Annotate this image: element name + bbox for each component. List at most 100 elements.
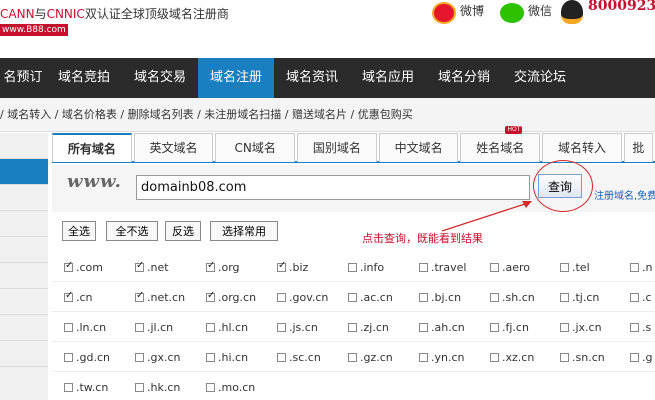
sidebar-item-active[interactable]: [0, 159, 48, 185]
domain-option[interactable]: .js.cn: [277, 318, 349, 336]
checkbox[interactable]: [490, 292, 499, 302]
sidebar-item[interactable]: [0, 185, 48, 211]
checkbox[interactable]: [419, 292, 428, 302]
checkbox[interactable]: [206, 290, 215, 302]
domain-option[interactable]: .fj.cn: [490, 318, 562, 336]
checkbox[interactable]: [560, 262, 569, 272]
domain-option[interactable]: .xz.cn: [490, 348, 562, 366]
domain-option[interactable]: .gx.cn: [135, 348, 207, 366]
domain-option[interactable]: .sh.cn: [490, 288, 562, 306]
checkbox[interactable]: [135, 352, 144, 362]
tab-0[interactable]: 所有域名: [52, 133, 132, 162]
checkbox[interactable]: [560, 352, 569, 362]
domain-option[interactable]: .jl.cn: [135, 318, 207, 336]
nav-item[interactable]: 域名交易: [122, 58, 198, 98]
domain-option[interactable]: .gz.cn: [348, 348, 420, 366]
checkbox[interactable]: [135, 290, 144, 302]
checkbox[interactable]: [277, 260, 286, 272]
checkbox[interactable]: [419, 352, 428, 362]
sidebar-item[interactable]: [0, 289, 48, 315]
checkbox[interactable]: [490, 262, 499, 272]
nav-item[interactable]: 交流论坛: [502, 58, 578, 98]
checkbox[interactable]: [206, 352, 215, 362]
checkbox[interactable]: [419, 322, 428, 332]
domain-option[interactable]: .bj.cn: [419, 288, 491, 306]
domain-option[interactable]: .sc.cn: [277, 348, 349, 366]
site-url-badge[interactable]: www.B88.com: [0, 24, 68, 36]
weibo-link[interactable]: 微博: [460, 2, 484, 19]
checkbox[interactable]: [64, 352, 73, 362]
tab-1[interactable]: 英文域名: [133, 133, 214, 162]
domain-option[interactable]: .travel: [419, 258, 491, 276]
domain-option[interactable]: .cn: [64, 288, 136, 306]
domain-option[interactable]: .s: [630, 318, 655, 336]
checkbox[interactable]: [348, 322, 357, 332]
qq-icon[interactable]: [561, 0, 583, 24]
domain-option[interactable]: .tj.cn: [560, 288, 632, 306]
checkbox[interactable]: [630, 262, 639, 272]
checkbox[interactable]: [64, 382, 73, 392]
invert-selection-button[interactable]: 反选: [165, 221, 201, 241]
domain-option[interactable]: .hl.cn: [206, 318, 278, 336]
domain-option[interactable]: .sn.cn: [560, 348, 632, 366]
domain-option[interactable]: .org: [206, 258, 278, 276]
checkbox[interactable]: [348, 262, 357, 272]
sub-nav[interactable]: / 域名转入 / 域名价格表 / 删除域名列表 / 未注册域名扫描 / 赠送域名…: [0, 98, 655, 132]
wechat-link[interactable]: 微信: [528, 2, 552, 19]
checkbox[interactable]: [630, 352, 639, 362]
checkbox[interactable]: [490, 352, 499, 362]
domain-option[interactable]: .jx.cn: [560, 318, 632, 336]
domain-option[interactable]: .c: [630, 288, 655, 306]
sidebar-item[interactable]: [0, 263, 48, 289]
tab-5[interactable]: 姓名域名 HOT: [460, 126, 541, 162]
sidebar-item[interactable]: [0, 315, 48, 341]
checkbox[interactable]: [348, 352, 357, 362]
domain-option[interactable]: .org.cn: [206, 288, 278, 306]
checkbox[interactable]: [64, 290, 73, 302]
checkbox[interactable]: [135, 260, 144, 272]
checkbox[interactable]: [630, 292, 639, 302]
domain-option[interactable]: .net.cn: [135, 288, 207, 306]
select-all-button[interactable]: 全选: [62, 221, 96, 241]
domain-option[interactable]: .mo.cn: [206, 378, 278, 396]
register-free-link[interactable]: 注册域名,免费: [594, 187, 655, 202]
select-none-button[interactable]: 全不选: [106, 221, 158, 241]
domain-option[interactable]: .com: [64, 258, 136, 276]
checkbox[interactable]: [560, 322, 569, 332]
checkbox[interactable]: [419, 262, 428, 272]
domain-option[interactable]: .hi.cn: [206, 348, 278, 366]
domain-option[interactable]: .tw.cn: [64, 378, 136, 396]
domain-option[interactable]: .biz: [277, 258, 349, 276]
domain-option[interactable]: .ah.cn: [419, 318, 491, 336]
domain-option[interactable]: .ln.cn: [64, 318, 136, 336]
checkbox[interactable]: [64, 260, 73, 272]
tab-4[interactable]: 中文域名: [378, 133, 459, 162]
checkbox[interactable]: [277, 352, 286, 362]
domain-option[interactable]: .gd.cn: [64, 348, 136, 366]
nav-item[interactable]: 域名分销: [426, 58, 502, 98]
sidebar-item[interactable]: [0, 341, 48, 367]
checkbox[interactable]: [277, 292, 286, 302]
domain-option[interactable]: .yn.cn: [419, 348, 491, 366]
domain-option[interactable]: .n: [630, 258, 655, 276]
tab-2[interactable]: CN域名: [215, 133, 296, 162]
sidebar-item[interactable]: [0, 237, 48, 263]
checkbox[interactable]: [206, 260, 215, 272]
checkbox[interactable]: [206, 322, 215, 332]
domain-option[interactable]: .hk.cn: [135, 378, 207, 396]
tab-3[interactable]: 国别域名: [297, 133, 377, 162]
sidebar-item[interactable]: [0, 211, 48, 237]
checkbox[interactable]: [277, 322, 286, 332]
checkbox[interactable]: [135, 382, 144, 392]
weibo-icon[interactable]: [432, 2, 456, 24]
checkbox[interactable]: [348, 292, 357, 302]
domain-option[interactable]: .gov.cn: [277, 288, 349, 306]
checkbox[interactable]: [630, 322, 639, 332]
nav-item[interactable]: 域名资讯: [274, 58, 350, 98]
tab-6[interactable]: 域名转入: [542, 133, 622, 162]
domain-option[interactable]: .zj.cn: [348, 318, 420, 336]
domain-option[interactable]: .ac.cn: [348, 288, 420, 306]
checkbox[interactable]: [64, 322, 73, 332]
sidebar-item[interactable]: [0, 133, 48, 159]
checkbox[interactable]: [206, 382, 215, 392]
